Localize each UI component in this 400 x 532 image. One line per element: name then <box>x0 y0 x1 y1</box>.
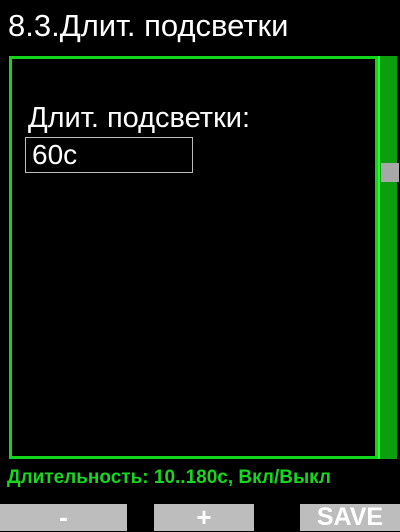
backlight-duration-field[interactable]: 60с <box>25 137 193 173</box>
save-button[interactable]: SAVE <box>300 504 400 531</box>
scrollbar-thumb[interactable] <box>381 163 399 182</box>
backlight-duration-value: 60с <box>32 139 78 170</box>
scrollbar[interactable] <box>378 56 399 459</box>
backlight-duration-label: Длит. подсветки: <box>28 102 251 134</box>
title-bar: 8.3.Длит. подсветки <box>0 0 400 52</box>
settings-panel: Длит. подсветки: 60с <box>9 56 378 459</box>
page-title: 8.3.Длит. подсветки <box>8 8 289 43</box>
range-hint: Длительность: 10..180с, Вкл/Выкл <box>7 467 331 488</box>
decrease-button[interactable]: - <box>0 504 127 531</box>
increase-button[interactable]: + <box>154 504 254 531</box>
